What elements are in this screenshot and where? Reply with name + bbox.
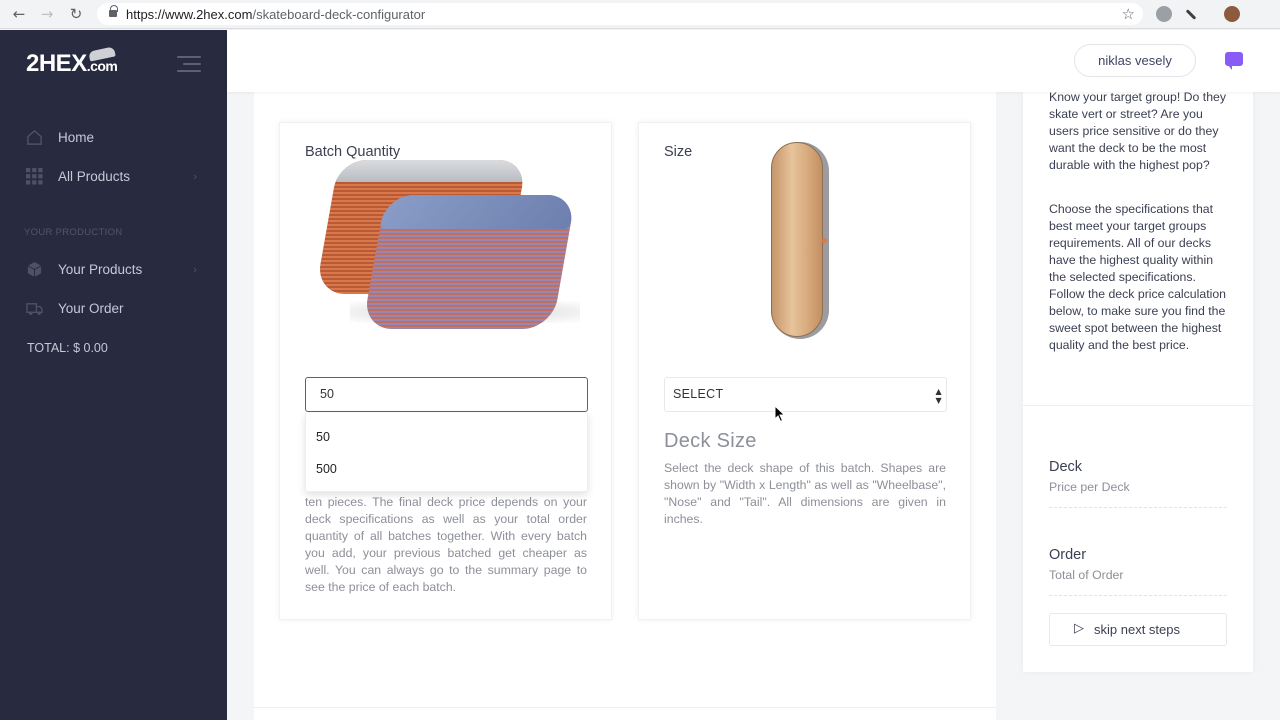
menu-toggle-icon[interactable] bbox=[177, 56, 201, 77]
dropdown-option[interactable]: 50 bbox=[316, 430, 330, 444]
deck-size-description: Select the deck shape of this batch. Sha… bbox=[664, 461, 946, 526]
forward-icon[interactable]: → bbox=[38, 5, 56, 23]
lock-icon bbox=[109, 5, 118, 18]
select-arrows-icon: ▲ ▼ bbox=[935, 387, 942, 405]
order-total-title: Order bbox=[1049, 547, 1087, 563]
card-title: Batch Quantity bbox=[305, 144, 401, 160]
reload-icon[interactable]: ↻ bbox=[67, 5, 85, 23]
sidebar-item-all-products[interactable]: All Products › bbox=[0, 159, 227, 195]
truck-icon bbox=[26, 303, 43, 315]
url-text: https://www.2hex.com/skateboard-deck-con… bbox=[126, 7, 426, 22]
divider bbox=[1049, 507, 1227, 508]
deck-image bbox=[771, 142, 829, 339]
skip-next-steps-button[interactable]: ▷ skip next steps bbox=[1049, 613, 1227, 646]
address-bar[interactable]: https://www.2hex.com/skateboard-deck-con… bbox=[97, 3, 1143, 25]
mouse-cursor-icon bbox=[774, 405, 786, 423]
bookmark-star-icon[interactable]: ☆ bbox=[1122, 5, 1135, 23]
sidebar-item-label: Home bbox=[58, 130, 95, 145]
batch-quantity-card: Batch Quantity 50 50 500 ten pieces. The… bbox=[279, 122, 612, 620]
extension-icon[interactable] bbox=[1156, 6, 1172, 22]
deck-price-subtitle: Price per Deck bbox=[1049, 480, 1130, 494]
deck-stack-image bbox=[362, 195, 576, 329]
size-card: Size SELECT ▲ ▼ Deck Size Select the deck… bbox=[638, 122, 971, 620]
divider bbox=[254, 707, 996, 708]
card-title: Size bbox=[664, 144, 693, 160]
user-menu-button[interactable]: niklas vesely bbox=[1074, 44, 1196, 77]
order-total: TOTAL: $ 0.00 bbox=[27, 341, 108, 355]
divider bbox=[1023, 405, 1253, 406]
sidebar-item-label: Your Order bbox=[58, 301, 124, 316]
home-icon bbox=[27, 129, 42, 145]
deck-price-title: Deck bbox=[1049, 459, 1083, 475]
top-header: niklas vesely bbox=[227, 30, 1280, 92]
sidebar-item-label: All Products bbox=[58, 169, 131, 184]
batch-description: ten pieces. The final deck price depends… bbox=[305, 495, 587, 594]
eyedropper-icon[interactable] bbox=[1185, 9, 1197, 20]
info-text: Know your target group! Do they skate ve… bbox=[1049, 90, 1227, 172]
sidebar-item-your-products[interactable]: Your Products › bbox=[0, 252, 227, 288]
order-total-subtitle: Total of Order bbox=[1049, 568, 1124, 582]
sidebar-section-label: YOUR PRODUCTION bbox=[24, 227, 123, 238]
button-label: skip next steps bbox=[1094, 622, 1180, 637]
grid-icon bbox=[26, 168, 43, 185]
batch-quantity-input[interactable]: 50 bbox=[305, 377, 588, 412]
back-icon[interactable]: ← bbox=[10, 5, 28, 23]
info-panel: Know your target group! Do they skate ve… bbox=[1023, 90, 1253, 672]
deck-size-select[interactable]: SELECT ▲ ▼ bbox=[664, 377, 947, 412]
send-icon: ▷ bbox=[1074, 621, 1084, 636]
browser-toolbar: ← → ↻ https://www.2hex.com/skateboard-de… bbox=[0, 0, 1280, 29]
sidebar-item-your-order[interactable]: Your Order bbox=[0, 291, 227, 327]
chat-icon[interactable] bbox=[1225, 52, 1243, 70]
divider bbox=[1049, 595, 1227, 596]
deck-size-heading: Deck Size bbox=[664, 430, 757, 452]
chevron-right-icon: › bbox=[193, 263, 198, 276]
sidebar: 2HEX.com Home All Products › YOUR PRODUC… bbox=[0, 30, 227, 720]
sidebar-item-home[interactable]: Home bbox=[0, 120, 227, 156]
info-text: Choose the specifications that best meet… bbox=[1049, 202, 1227, 352]
profile-avatar[interactable] bbox=[1224, 6, 1240, 22]
cube-icon bbox=[27, 261, 42, 278]
sidebar-item-label: Your Products bbox=[58, 262, 143, 277]
batch-quantity-dropdown: 50 500 bbox=[305, 413, 588, 492]
dropdown-option[interactable]: 500 bbox=[316, 462, 337, 476]
chevron-right-icon: › bbox=[193, 170, 198, 183]
